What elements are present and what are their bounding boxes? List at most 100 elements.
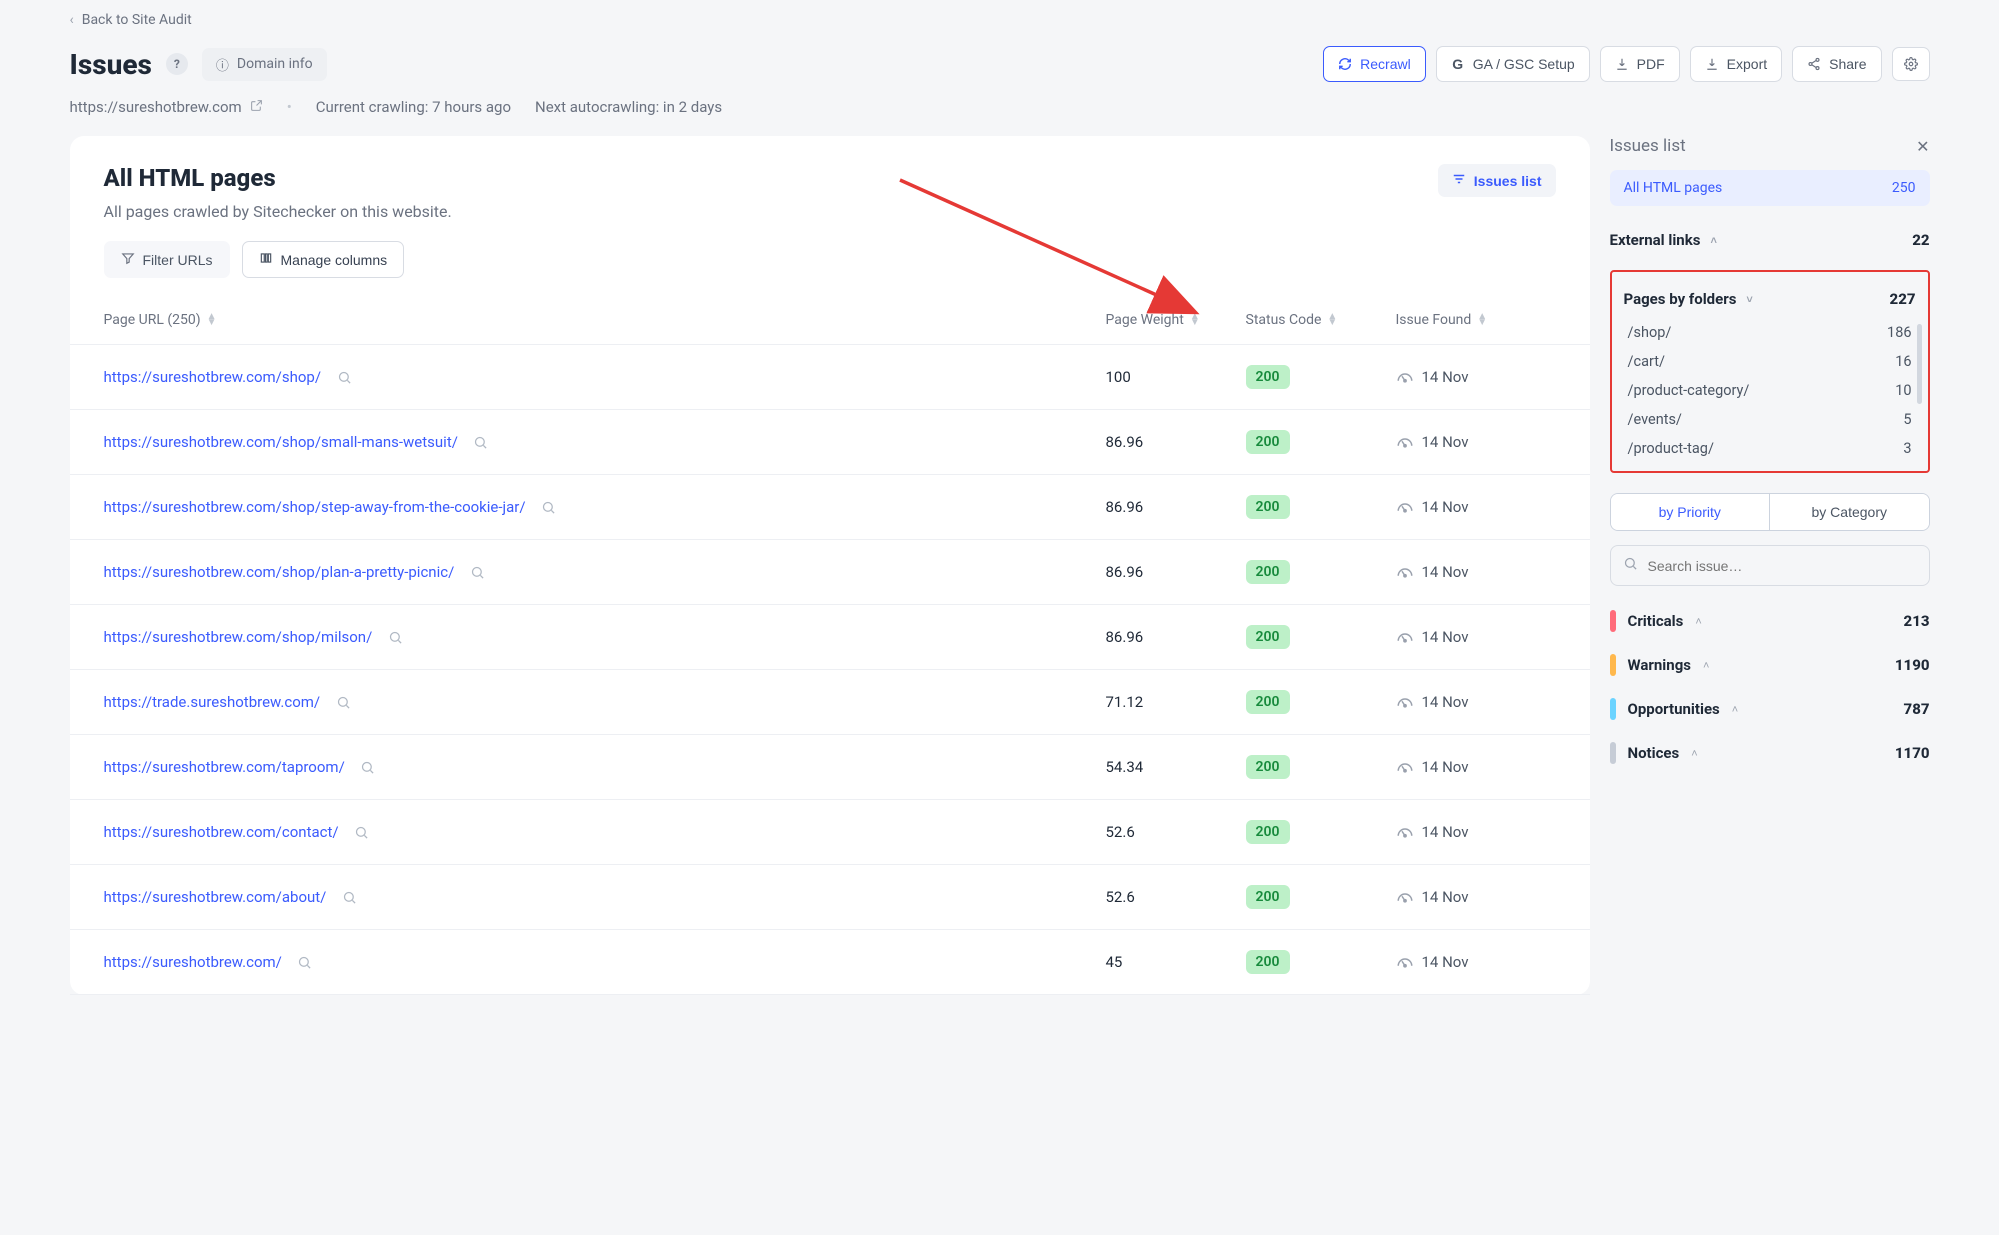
col-head-status[interactable]: Status Code ▲▼	[1246, 312, 1396, 328]
folder-count: 186	[1887, 324, 1911, 341]
recrawl-button[interactable]: Recrawl	[1323, 46, 1426, 82]
category-color-bar	[1610, 610, 1616, 632]
status-code-pill: 200	[1246, 365, 1290, 389]
site-url-text: https://sureshotbrew.com	[70, 98, 242, 116]
sort-icon: ▲▼	[1477, 314, 1487, 326]
site-url-link[interactable]: https://sureshotbrew.com	[70, 98, 263, 116]
issue-found-date: 14 Nov	[1422, 693, 1469, 711]
help-icon[interactable]: ?	[166, 53, 188, 75]
table-row: https://sureshotbrew.com/shop/plan-a-pre…	[70, 540, 1590, 605]
filter-urls-button[interactable]: Filter URLs	[104, 241, 230, 278]
status-code-pill: 200	[1246, 950, 1290, 974]
issue-found-date: 14 Nov	[1422, 953, 1469, 971]
category-count: 213	[1904, 612, 1930, 630]
ga-gsc-setup-button[interactable]: G GA / GSC Setup	[1436, 46, 1590, 82]
folder-item[interactable]: /cart/16	[1624, 353, 1916, 370]
table-row: https://trade.sureshotbrew.com/ 71.12 20…	[70, 670, 1590, 735]
issue-search-field[interactable]	[1610, 545, 1930, 586]
status-code-pill: 200	[1246, 885, 1290, 909]
main-heading: All HTML pages	[104, 164, 452, 192]
folder-count: 16	[1895, 353, 1911, 370]
share-button[interactable]: Share	[1792, 46, 1881, 82]
active-filter-chip[interactable]: All HTML pages 250	[1610, 170, 1930, 206]
page-url-link[interactable]: https://sureshotbrew.com/taproom/	[104, 758, 345, 776]
close-icon[interactable]: ✕	[1916, 137, 1929, 156]
export-button[interactable]: Export	[1690, 46, 1782, 82]
issue-found-date: 14 Nov	[1422, 368, 1469, 386]
page-url-link[interactable]: https://sureshotbrew.com/	[104, 953, 282, 971]
inspect-icon[interactable]	[472, 433, 490, 451]
search-icon	[1623, 556, 1638, 575]
separator-dot: •	[287, 98, 292, 116]
inspect-icon[interactable]	[335, 368, 353, 386]
category-name: Warnings	[1628, 656, 1691, 674]
folder-item[interactable]: /product-category/10	[1624, 382, 1916, 399]
folder-count: 3	[1903, 440, 1911, 457]
page-url-link[interactable]: https://sureshotbrew.com/about/	[104, 888, 327, 906]
status-code-pill: 200	[1246, 755, 1290, 779]
external-links-row[interactable]: External links ˄ 22	[1610, 226, 1930, 254]
inspect-icon[interactable]	[359, 758, 377, 776]
category-color-bar	[1610, 742, 1616, 764]
page-url-link[interactable]: https://sureshotbrew.com/shop/small-mans…	[104, 433, 458, 451]
status-code-pill: 200	[1246, 560, 1290, 584]
sort-icon: ▲▼	[1190, 314, 1200, 326]
by-priority-tab[interactable]: by Priority	[1611, 494, 1771, 530]
issue-search-input[interactable]	[1648, 558, 1917, 574]
next-crawl-text: Next autocrawling: in 2 days	[535, 98, 722, 116]
col-head-found[interactable]: Issue Found ▲▼	[1396, 312, 1556, 328]
col-head-weight[interactable]: Page Weight ▲▼	[1106, 312, 1246, 328]
back-to-site-audit-link[interactable]: ‹ Back to Site Audit	[70, 12, 192, 28]
chevron-up-icon: ˄	[1703, 659, 1709, 672]
col-head-url[interactable]: Page URL (250) ▲▼	[104, 312, 1106, 328]
export-label: Export	[1727, 56, 1767, 72]
sort-icon: ▲▼	[1327, 314, 1337, 326]
issues-list-toggle[interactable]: Issues list	[1438, 164, 1556, 197]
folder-item[interactable]: /product-tag/3	[1624, 440, 1916, 457]
inspect-icon[interactable]	[386, 628, 404, 646]
page-weight-cell: 100	[1106, 368, 1246, 386]
folder-item[interactable]: /events/5	[1624, 411, 1916, 428]
manage-columns-button[interactable]: Manage columns	[242, 241, 405, 278]
pdf-label: PDF	[1637, 56, 1665, 72]
inspect-icon[interactable]	[540, 498, 558, 516]
page-weight-cell: 86.96	[1106, 433, 1246, 451]
inspect-icon[interactable]	[334, 693, 352, 711]
issue-category-row[interactable]: Notices ˄ 1170	[1610, 742, 1930, 764]
page-url-link[interactable]: https://sureshotbrew.com/contact/	[104, 823, 339, 841]
pages-by-folders-header[interactable]: Pages by folders ˅ 227	[1624, 284, 1916, 314]
domain-info-chip[interactable]: ⓘ Domain info	[202, 48, 327, 81]
inspect-icon[interactable]	[353, 823, 371, 841]
chevron-up-icon: ˄	[1695, 615, 1701, 628]
issue-category-row[interactable]: Warnings ˄ 1190	[1610, 654, 1930, 676]
gauge-icon	[1396, 498, 1414, 516]
settings-button[interactable]	[1892, 47, 1930, 81]
folder-path: /events/	[1628, 411, 1682, 428]
inspect-icon[interactable]	[468, 563, 486, 581]
inspect-icon[interactable]	[296, 953, 314, 971]
issue-found-date: 14 Nov	[1422, 563, 1469, 581]
gauge-icon	[1396, 953, 1414, 971]
pdf-button[interactable]: PDF	[1600, 46, 1680, 82]
page-url-link[interactable]: https://sureshotbrew.com/shop/	[104, 368, 322, 386]
page-weight-cell: 71.12	[1106, 693, 1246, 711]
by-category-tab[interactable]: by Category	[1770, 494, 1929, 530]
page-url-link[interactable]: https://sureshotbrew.com/shop/step-away-…	[104, 498, 526, 516]
gauge-icon	[1396, 888, 1414, 906]
issue-category-row[interactable]: Opportunities ˄ 787	[1610, 698, 1930, 720]
scrollbar-thumb[interactable]	[1917, 324, 1922, 404]
category-name: Opportunities	[1628, 700, 1720, 718]
inspect-icon[interactable]	[340, 888, 358, 906]
gauge-icon	[1396, 368, 1414, 386]
filter-list-icon	[1452, 172, 1466, 189]
page-url-link[interactable]: https://sureshotbrew.com/shop/plan-a-pre…	[104, 563, 455, 581]
page-url-link[interactable]: https://sureshotbrew.com/shop/milson/	[104, 628, 373, 646]
issue-category-row[interactable]: Criticals ˄ 213	[1610, 610, 1930, 632]
share-label: Share	[1829, 56, 1866, 72]
page-url-link[interactable]: https://trade.sureshotbrew.com/	[104, 693, 321, 711]
gear-icon	[1904, 57, 1918, 71]
active-filter-label: All HTML pages	[1624, 180, 1723, 196]
folder-item[interactable]: /shop/186	[1624, 324, 1916, 341]
manage-columns-label: Manage columns	[281, 252, 388, 268]
recrawl-label: Recrawl	[1360, 56, 1411, 72]
